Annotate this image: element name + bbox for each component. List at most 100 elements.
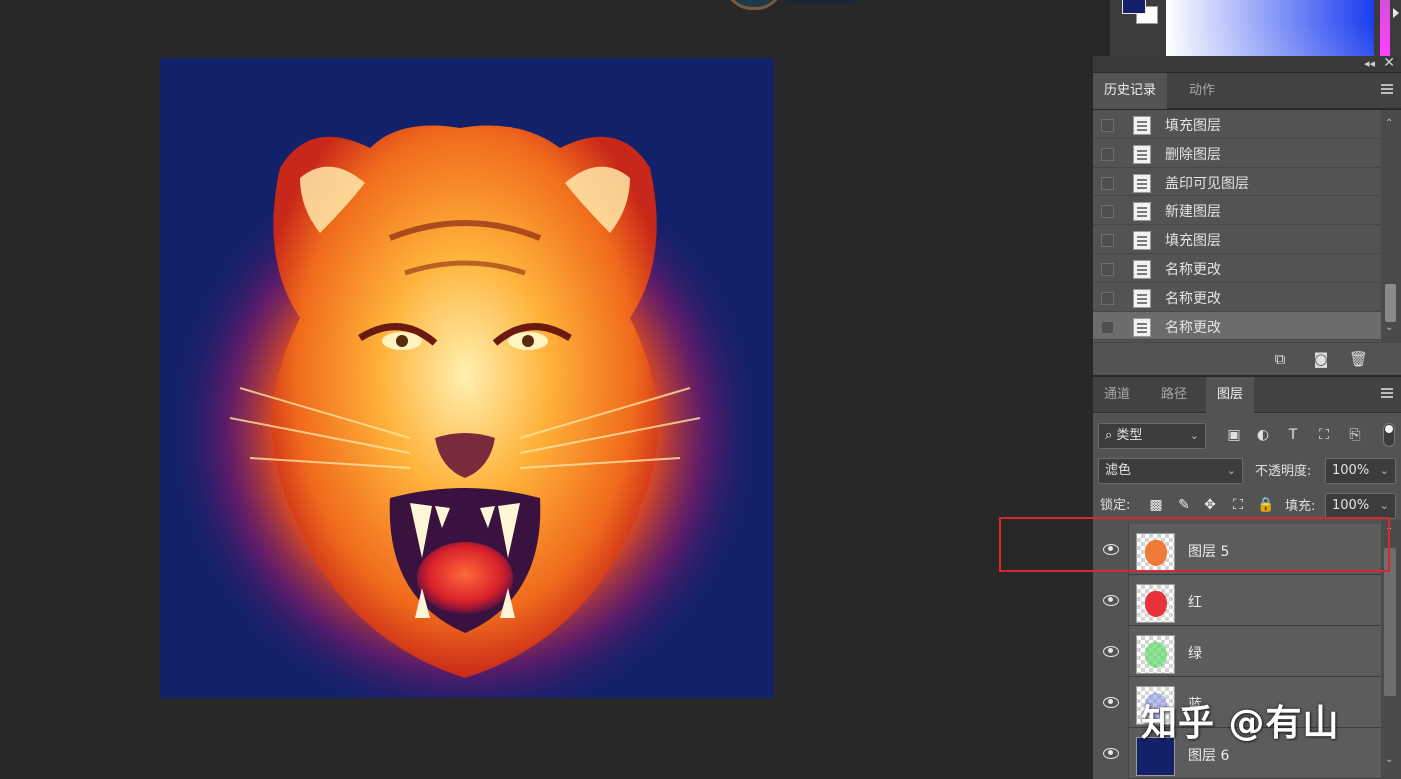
- lock-all-icon[interactable]: 🔒: [1257, 496, 1275, 514]
- history-list: 填充图层 删除图层 盖印可见图层 新建图层 填充图层 名称更改 名称更改 名称更…: [1093, 110, 1381, 342]
- shape-layer-filter-icon[interactable]: ⛶: [1315, 426, 1333, 444]
- history-item-label: 名称更改: [1165, 290, 1221, 307]
- history-item[interactable]: 删除图层: [1093, 139, 1381, 168]
- eye-icon[interactable]: [1103, 747, 1119, 759]
- history-document-icon: [1133, 144, 1151, 164]
- tab-channels[interactable]: 通道: [1093, 377, 1141, 413]
- history-item[interactable]: 名称更改: [1093, 283, 1381, 312]
- panel-menu-icon[interactable]: [1381, 84, 1393, 96]
- chevron-down-icon: ⌄: [1379, 499, 1389, 512]
- pixel-layer-filter-icon[interactable]: ▣: [1225, 426, 1243, 444]
- hue-slider[interactable]: [1380, 0, 1390, 56]
- fire-tiger-artwork: [160, 58, 774, 698]
- layer-filter-kind-select[interactable]: ⌕ 类型 ⌄: [1098, 423, 1206, 449]
- history-item-label: 名称更改: [1165, 261, 1221, 278]
- layer-thumbnail: [1136, 635, 1175, 674]
- opacity-input[interactable]: 100% ⌄: [1325, 458, 1396, 484]
- foreground-color-swatch[interactable]: [1122, 0, 1146, 14]
- layer-visibility-cell[interactable]: [1093, 728, 1129, 779]
- close-icon[interactable]: ✕: [1383, 55, 1395, 71]
- panel-menu-icon[interactable]: [1381, 388, 1393, 400]
- history-item-label: 删除图层: [1165, 146, 1221, 163]
- fill-input[interactable]: 100% ⌄: [1325, 493, 1396, 519]
- blend-mode-select[interactable]: 滤色 ⌄: [1098, 458, 1243, 484]
- layer-thumbnail-content: [1145, 642, 1167, 668]
- lock-transparent-pixels-icon[interactable]: ▩: [1147, 496, 1165, 514]
- fill-label: 填充:: [1285, 499, 1316, 514]
- history-footer: ⧉ ◙ 🗑: [1093, 342, 1401, 375]
- eye-icon[interactable]: [1103, 594, 1119, 606]
- history-snapshot-checkbox[interactable]: [1101, 291, 1114, 305]
- history-document-icon: [1133, 202, 1151, 222]
- scroll-down-icon[interactable]: ⌄: [1385, 322, 1393, 333]
- chevron-down-icon: ⌄: [1189, 429, 1199, 442]
- layer-name[interactable]: 图层 6: [1188, 745, 1229, 765]
- history-item-label: 名称更改: [1165, 319, 1221, 336]
- chevron-down-icon: ⌄: [1226, 464, 1236, 477]
- history-panel-tabbar: 历史记录 动作: [1093, 73, 1401, 109]
- history-item[interactable]: 新建图层: [1093, 196, 1381, 226]
- history-document-icon: [1133, 231, 1151, 251]
- history-item-selected[interactable]: 名称更改: [1093, 311, 1381, 341]
- history-scrollbar[interactable]: ⌃ ⌄: [1381, 110, 1401, 342]
- layer-visibility-cell[interactable]: [1093, 626, 1129, 677]
- layer-name[interactable]: 绿: [1188, 643, 1202, 663]
- history-snapshot-checkbox[interactable]: [1101, 176, 1114, 190]
- tab-layers[interactable]: 图层: [1206, 377, 1255, 413]
- color-spectrum-field[interactable]: [1166, 0, 1374, 56]
- history-document-icon: [1133, 317, 1151, 337]
- camera-snapshot-icon[interactable]: ◙: [1312, 351, 1330, 367]
- scroll-up-icon[interactable]: ⌃: [1385, 118, 1393, 129]
- layer-thumbnail: [1136, 584, 1175, 623]
- lock-artboard-icon[interactable]: ⛶: [1229, 496, 1247, 514]
- layer-row[interactable]: 绿: [1093, 626, 1381, 677]
- type-layer-filter-icon[interactable]: T: [1284, 426, 1302, 444]
- smart-object-filter-icon[interactable]: ⎘: [1346, 426, 1364, 444]
- layer-filter-toggle[interactable]: [1383, 423, 1395, 447]
- eye-icon[interactable]: [1103, 696, 1119, 708]
- layer-name[interactable]: 红: [1188, 592, 1202, 612]
- toolbar-badge-tail: [782, 0, 860, 4]
- tab-actions[interactable]: 动作: [1178, 73, 1226, 109]
- hue-slider-thumb[interactable]: [1393, 8, 1399, 18]
- layers-panel-tabbar: 通道 路径 图层: [1093, 377, 1401, 413]
- eye-icon[interactable]: [1103, 645, 1119, 657]
- trash-icon[interactable]: 🗑: [1349, 351, 1368, 367]
- history-snapshot-checkbox[interactable]: [1101, 320, 1114, 334]
- adjustment-layer-filter-icon[interactable]: ◐: [1254, 426, 1272, 444]
- layer-visibility-cell[interactable]: [1093, 677, 1129, 728]
- new-document-from-state-icon[interactable]: ⧉: [1271, 351, 1289, 367]
- toolbar-badge: [724, 0, 784, 10]
- history-snapshot-checkbox[interactable]: [1101, 234, 1114, 248]
- layer-thumbnail-content: [1145, 591, 1167, 617]
- layer-visibility-cell[interactable]: [1093, 575, 1129, 626]
- lock-image-pixels-icon[interactable]: ✎: [1175, 496, 1193, 514]
- lock-label: 锁定:: [1100, 498, 1131, 513]
- history-item[interactable]: 名称更改: [1093, 254, 1381, 283]
- history-item-label: 填充图层: [1165, 233, 1221, 250]
- collapse-panels-icon[interactable]: ◂◂: [1364, 57, 1375, 70]
- filter-kind-value: 类型: [1116, 428, 1143, 443]
- history-item[interactable]: 填充图层: [1093, 110, 1381, 139]
- tab-paths[interactable]: 路径: [1150, 377, 1198, 413]
- tab-history[interactable]: 历史记录: [1093, 73, 1168, 109]
- history-document-icon: [1133, 116, 1151, 135]
- history-snapshot-checkbox[interactable]: [1101, 262, 1114, 276]
- history-item-label: 新建图层: [1165, 204, 1221, 221]
- opacity-label: 不透明度:: [1255, 464, 1312, 479]
- history-scroll-thumb[interactable]: [1385, 284, 1396, 322]
- canvas-workspace[interactable]: [0, 0, 1093, 779]
- history-document-icon: [1133, 173, 1151, 193]
- scroll-down-icon[interactable]: ⌄: [1385, 754, 1393, 765]
- history-item[interactable]: 填充图层: [1093, 225, 1381, 254]
- layer-row[interactable]: 红: [1093, 575, 1381, 626]
- fill-value: 100%: [1332, 498, 1370, 513]
- history-snapshot-checkbox[interactable]: [1101, 119, 1114, 132]
- history-snapshot-checkbox[interactable]: [1101, 147, 1114, 161]
- blend-mode-value: 滤色: [1105, 463, 1132, 478]
- document-canvas[interactable]: [160, 58, 774, 698]
- lock-position-icon[interactable]: ✥: [1201, 496, 1219, 514]
- history-item[interactable]: 盖印可见图层: [1093, 168, 1381, 197]
- history-document-icon: [1133, 259, 1151, 279]
- history-snapshot-checkbox[interactable]: [1101, 205, 1114, 219]
